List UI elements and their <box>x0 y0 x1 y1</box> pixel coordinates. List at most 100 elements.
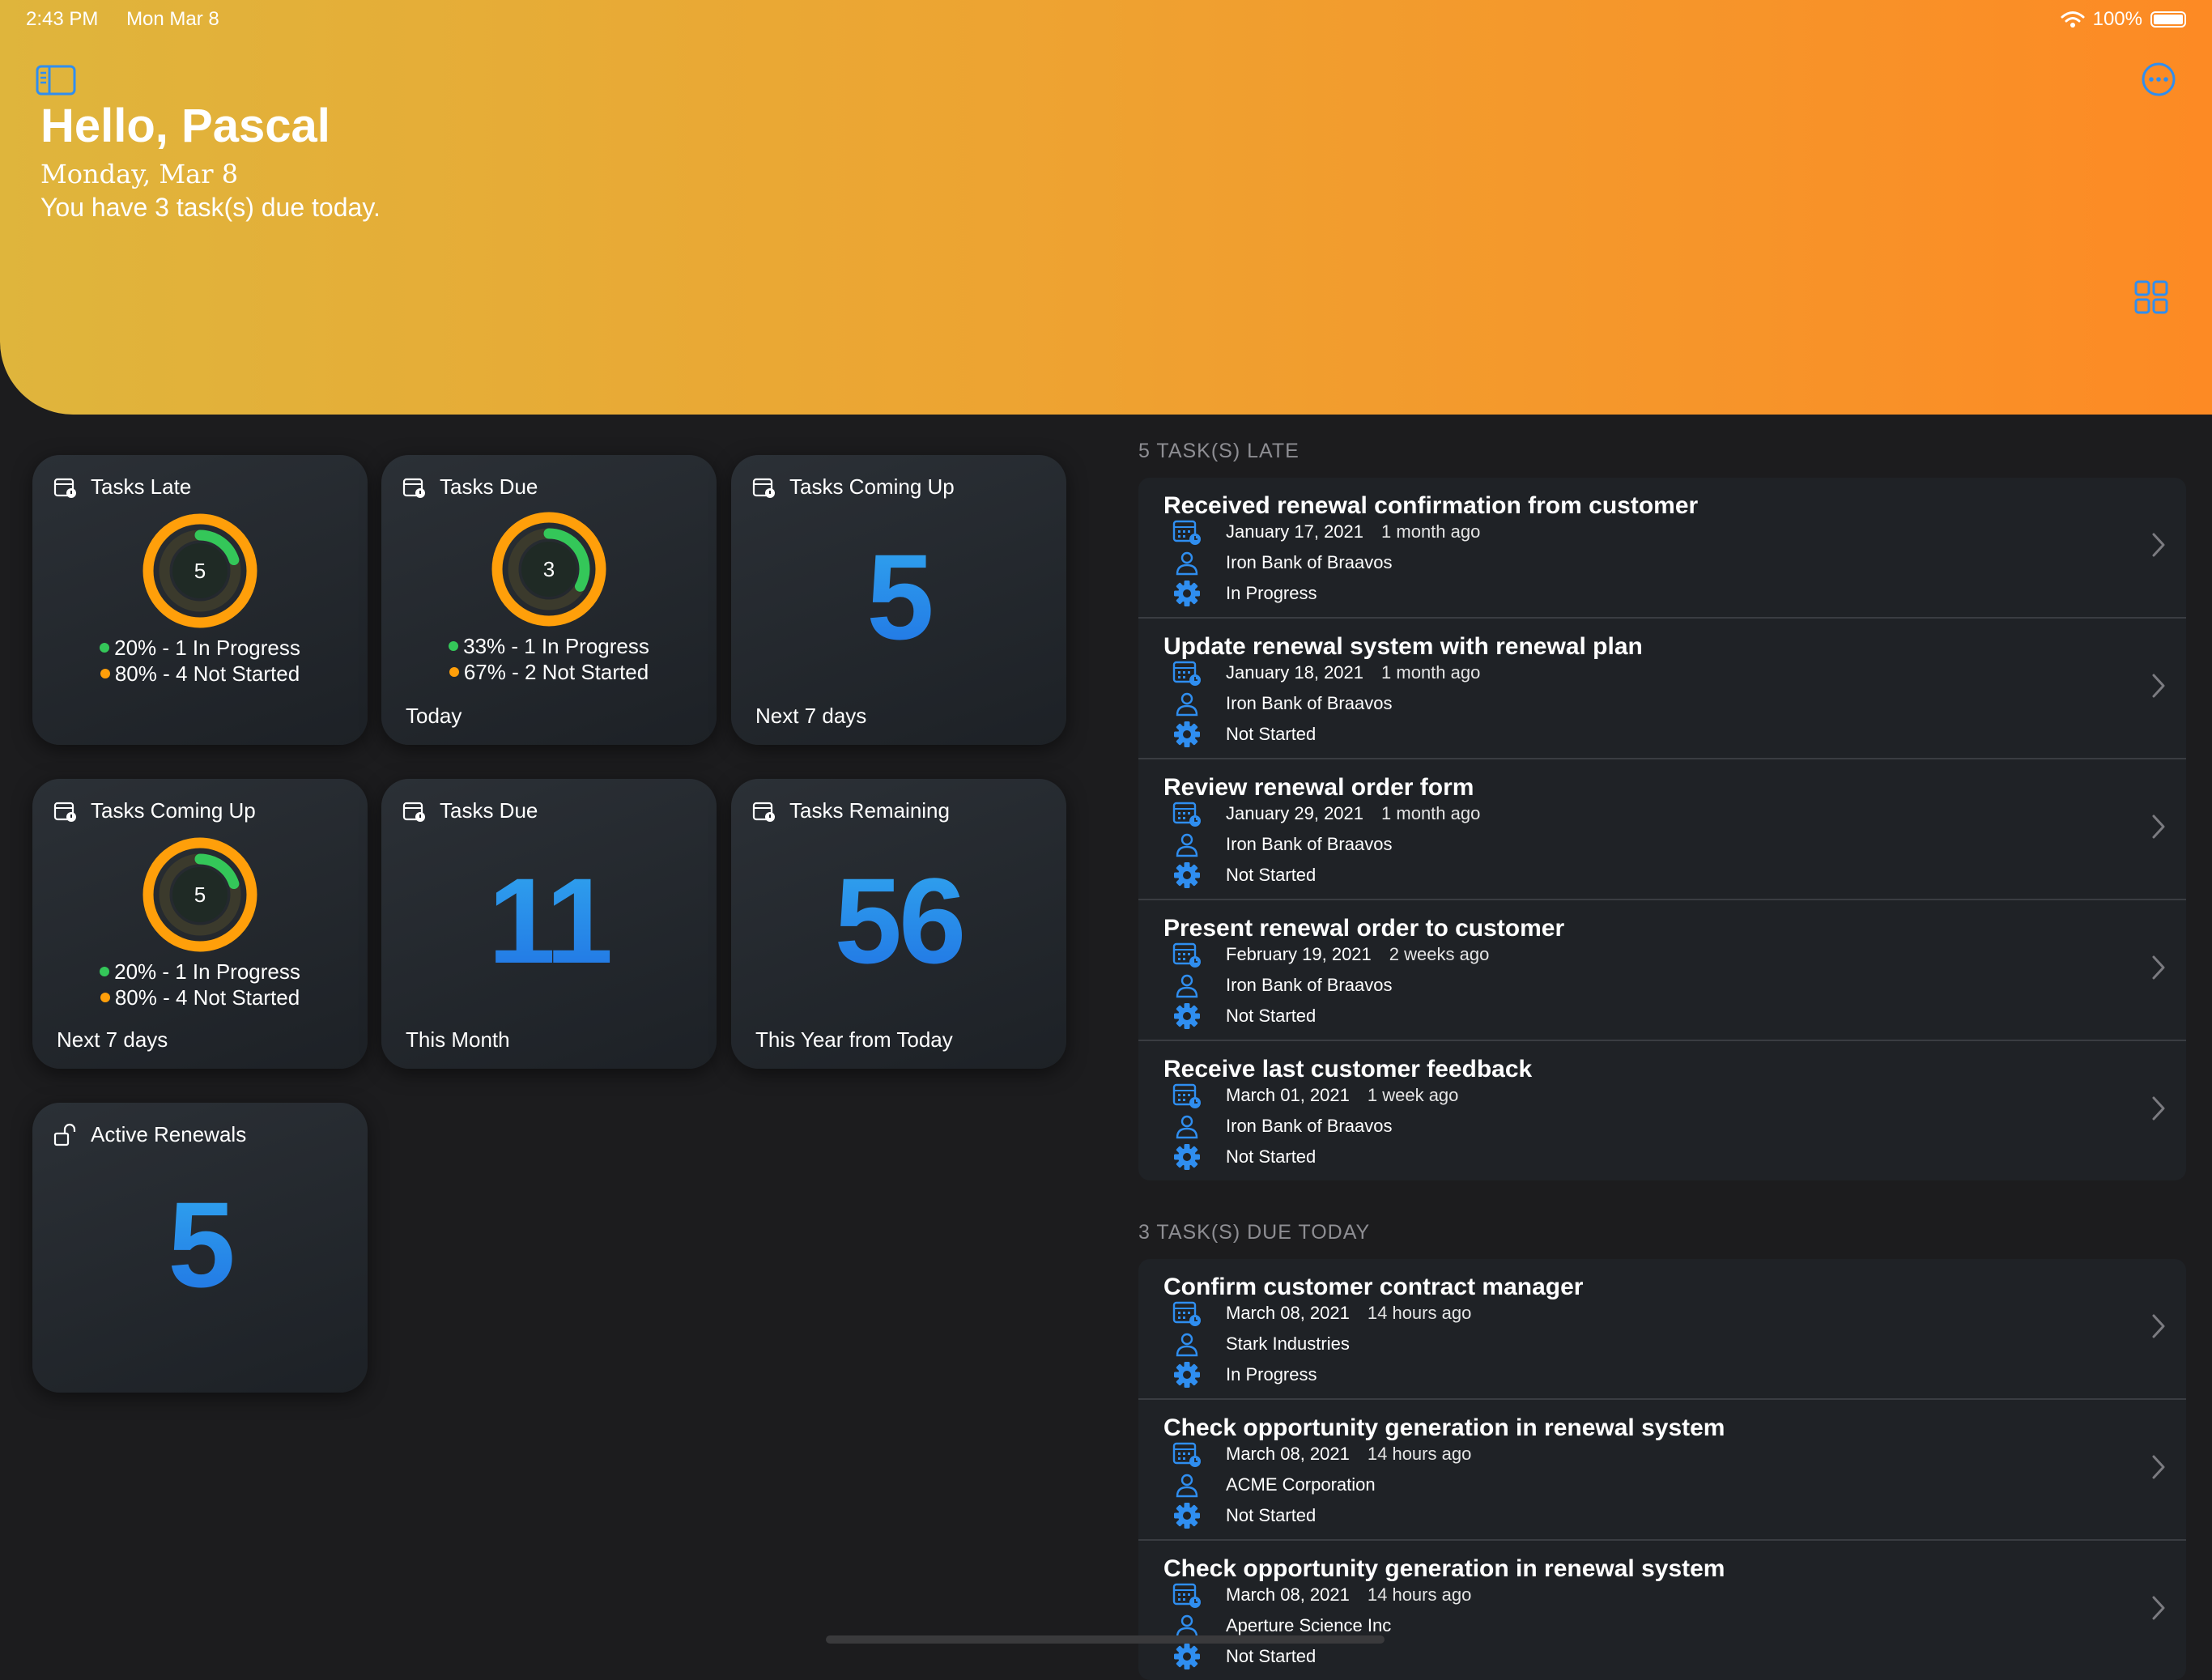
status-date: Mon Mar 8 <box>126 8 219 30</box>
big-number: 5 <box>731 536 1066 657</box>
greeting-title: Hello, Pascal <box>40 100 330 152</box>
task-status: In Progress <box>1226 1364 1317 1384</box>
card-title: Tasks Coming Up <box>789 474 955 499</box>
orange-dot <box>100 669 110 679</box>
task-date: March 01, 2021 <box>1226 1085 1350 1105</box>
sidebar-toggle-icon[interactable] <box>36 65 76 96</box>
chevron-right-icon <box>2152 955 2165 980</box>
task-date: March 08, 2021 <box>1226 1444 1350 1464</box>
task-status: In Progress <box>1226 583 1317 603</box>
task-date: January 29, 2021 <box>1226 803 1364 823</box>
status-bar: 2:43 PM Mon Mar 8 100% <box>26 8 2186 32</box>
progress-donut: 5 <box>143 837 257 952</box>
task-title: Update renewal system with renewal plan <box>1163 633 1643 660</box>
task-ago: 1 week ago <box>1367 1085 1459 1105</box>
card-tasks-coming-up-breakdown[interactable]: Tasks Coming Up 5 20% - 1 In Progress 80… <box>32 779 368 1069</box>
late-tasks-list: Received renewal confirmation from custo… <box>1138 478 2186 1180</box>
calendar-icon <box>752 478 775 498</box>
unlock-icon <box>53 1123 76 1146</box>
chevron-right-icon <box>2152 1314 2165 1338</box>
legend-not-started: 80% - 4 Not Started <box>114 985 300 1010</box>
task-row[interactable]: Review renewal order form January 29, 20… <box>1138 759 2186 900</box>
task-row[interactable]: Confirm customer contract manager March … <box>1138 1259 2186 1400</box>
card-title: Tasks Due <box>440 798 538 823</box>
person-icon <box>1176 692 1198 717</box>
card-title: Tasks Late <box>91 474 192 499</box>
gear-icon <box>1174 1644 1200 1669</box>
calendar-icon <box>402 802 425 822</box>
person-icon <box>1176 1333 1198 1357</box>
more-options-icon[interactable] <box>2141 62 2176 97</box>
task-status: Not Started <box>1226 1006 1317 1026</box>
task-status: Not Started <box>1226 1505 1317 1525</box>
calendar-clock-icon <box>1172 1442 1201 1467</box>
header-date: Monday, Mar 8 <box>40 159 239 189</box>
card-active-renewals[interactable]: Active Renewals 5 <box>32 1103 368 1393</box>
due-today-message: You have 3 task(s) due today. <box>40 193 381 222</box>
big-number: 56 <box>731 860 1066 981</box>
task-row[interactable]: Check opportunity generation in renewal … <box>1138 1400 2186 1541</box>
big-number: 11 <box>381 860 717 981</box>
person-icon <box>1176 1474 1198 1498</box>
task-title: Receive last customer feedback <box>1163 1056 1533 1082</box>
calendar-clock-icon <box>1172 1301 1201 1326</box>
gear-icon <box>1174 1144 1200 1170</box>
legend-in-progress: 33% - 1 In Progress <box>463 634 649 658</box>
task-row[interactable]: Present renewal order to customer Februa… <box>1138 900 2186 1041</box>
grid-layout-icon[interactable] <box>2134 280 2168 314</box>
task-ago: 1 month ago <box>1381 803 1481 823</box>
task-ago: 14 hours ago <box>1367 1303 1472 1323</box>
card-tasks-late[interactable]: Tasks Late 5 20% - 1 In Progress 80% - 4… <box>32 455 368 745</box>
calendar-icon <box>752 802 775 822</box>
gear-icon <box>1174 1003 1200 1029</box>
chevron-right-icon <box>2152 814 2165 839</box>
card-tasks-remaining[interactable]: Tasks Remaining 56 This Year from Today <box>731 779 1066 1069</box>
task-date: January 18, 2021 <box>1226 662 1364 683</box>
task-row[interactable]: Receive last customer feedback March 01,… <box>1138 1041 2186 1180</box>
card-title: Tasks Coming Up <box>91 798 256 823</box>
battery-icon <box>2150 11 2186 28</box>
due-section-heading: 3 TASK(S) DUE TODAY <box>1138 1221 1371 1244</box>
green-dot <box>100 643 110 653</box>
task-company: Iron Bank of Braavos <box>1226 1116 1393 1136</box>
task-row[interactable]: Received renewal confirmation from custo… <box>1138 478 2186 619</box>
task-date: March 08, 2021 <box>1226 1584 1350 1605</box>
card-footer: This Year from Today <box>755 1027 953 1052</box>
task-company: Iron Bank of Braavos <box>1226 552 1393 572</box>
calendar-icon <box>53 478 76 498</box>
person-icon <box>1176 1115 1198 1139</box>
task-title: Check opportunity generation in renewal … <box>1163 1414 1725 1441</box>
task-title: Present renewal order to customer <box>1163 915 1565 942</box>
card-footer: This Month <box>406 1027 510 1052</box>
task-company: Stark Industries <box>1226 1333 1350 1354</box>
green-dot <box>100 967 110 977</box>
chevron-right-icon <box>2152 674 2165 698</box>
task-row[interactable]: Check opportunity generation in renewal … <box>1138 1541 2186 1680</box>
card-tasks-coming-up[interactable]: Tasks Coming Up 5 Next 7 days <box>731 455 1066 745</box>
progress-donut: 3 <box>491 512 606 627</box>
big-number: 5 <box>32 1184 368 1305</box>
status-time: 2:43 PM <box>26 8 99 30</box>
home-indicator[interactable] <box>826 1635 1385 1644</box>
legend-not-started: 80% - 4 Not Started <box>114 661 300 686</box>
gear-icon <box>1174 1503 1200 1529</box>
card-tasks-due-month[interactable]: Tasks Due 11 This Month <box>381 779 717 1069</box>
task-status: Not Started <box>1226 1646 1317 1666</box>
gear-icon <box>1174 581 1200 606</box>
calendar-clock-icon <box>1172 942 1201 968</box>
card-footer: Next 7 days <box>755 704 867 728</box>
task-title: Check opportunity generation in renewal … <box>1163 1555 1725 1582</box>
task-title: Confirm customer contract manager <box>1163 1274 1584 1300</box>
person-icon <box>1176 974 1198 998</box>
task-ago: 14 hours ago <box>1367 1444 1472 1464</box>
task-row[interactable]: Update renewal system with renewal plan … <box>1138 619 2186 759</box>
due-tasks-list: Confirm customer contract manager March … <box>1138 1259 2186 1680</box>
calendar-clock-icon <box>1172 1083 1201 1108</box>
chevron-right-icon <box>2152 1596 2165 1620</box>
orange-dot <box>100 993 110 1003</box>
chevron-right-icon <box>2152 1096 2165 1121</box>
card-tasks-due-today[interactable]: Tasks Due 3 33% - 1 In Progress 67% - 2 … <box>381 455 717 745</box>
person-icon <box>1176 833 1198 857</box>
task-date: January 17, 2021 <box>1226 521 1364 542</box>
task-company: Iron Bank of Braavos <box>1226 975 1393 995</box>
